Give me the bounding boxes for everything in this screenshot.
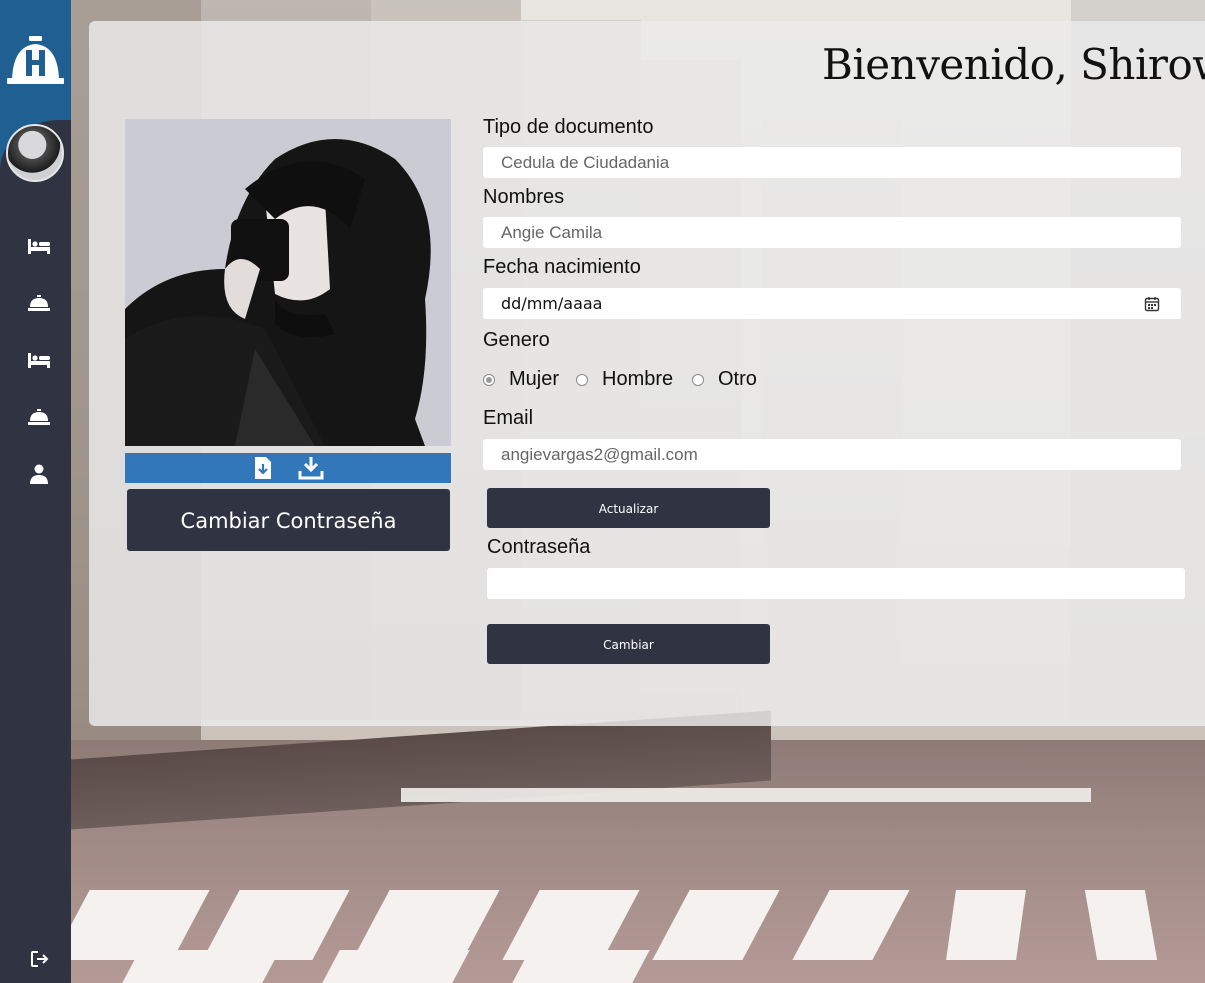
user-icon[interactable] bbox=[27, 464, 51, 484]
radio-label-otro: Otro bbox=[718, 368, 757, 390]
bed-icon[interactable] bbox=[27, 351, 51, 369]
logout-icon[interactable] bbox=[30, 950, 50, 968]
radio-hombre[interactable] bbox=[576, 374, 588, 386]
email-label: Email bbox=[483, 407, 534, 429]
gender-label: Genero bbox=[483, 329, 550, 351]
names-field[interactable]: Angie Camila bbox=[483, 217, 1181, 248]
bed-icon[interactable] bbox=[27, 237, 51, 255]
doc-type-select[interactable]: Cedula de Ciudadania bbox=[483, 147, 1181, 178]
doc-type-label: Tipo de documento bbox=[483, 116, 654, 138]
radio-label-mujer: Mujer bbox=[509, 368, 560, 390]
radio-otro[interactable] bbox=[692, 374, 704, 386]
sidebar bbox=[0, 0, 71, 983]
page-title: Bienvenido, Shirow bbox=[822, 40, 1205, 89]
change-password-button[interactable]: Cambiar Contraseña bbox=[127, 489, 450, 551]
photo-action-bar bbox=[125, 453, 451, 483]
names-label: Nombres bbox=[483, 186, 565, 208]
birth-date-label: Fecha nacimiento bbox=[483, 256, 641, 278]
service-bell-icon[interactable] bbox=[27, 294, 51, 312]
radio-label-hombre: Hombre bbox=[602, 368, 674, 390]
email-field[interactable]: angievargas2@gmail.com bbox=[483, 439, 1181, 470]
update-button[interactable]: Actualizar bbox=[487, 488, 770, 528]
radio-mujer[interactable] bbox=[483, 374, 495, 386]
hotel-bell-h-logo[interactable] bbox=[7, 36, 64, 84]
calendar-icon[interactable] bbox=[1144, 296, 1160, 312]
birth-date-field[interactable]: dd/mm/aaaa bbox=[483, 288, 1181, 319]
password-field[interactable] bbox=[487, 568, 1185, 599]
change-button[interactable]: Cambiar bbox=[487, 624, 770, 664]
service-bell-icon[interactable] bbox=[27, 408, 51, 426]
file-download-icon[interactable] bbox=[252, 456, 274, 480]
password-label: Contraseña bbox=[487, 536, 591, 558]
birth-date-value: dd/mm/aaaa bbox=[501, 294, 603, 313]
avatar[interactable] bbox=[6, 124, 64, 182]
download-icon[interactable] bbox=[298, 456, 324, 480]
profile-photo bbox=[125, 119, 451, 446]
